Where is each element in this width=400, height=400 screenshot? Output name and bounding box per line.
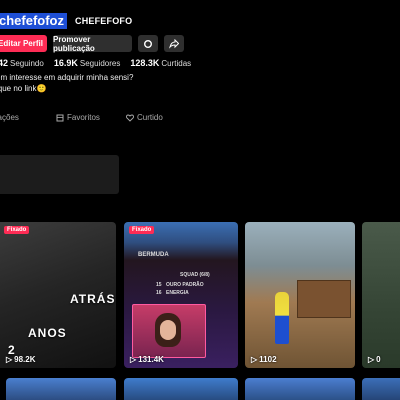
username[interactable]: chefefofoz <box>0 13 67 29</box>
view-count: ▷ 0 <box>368 355 381 364</box>
view-count: ▷ 98.2K <box>6 355 36 364</box>
game-map-label: BERMUDA <box>138 252 169 258</box>
share-button[interactable] <box>164 35 184 52</box>
video-thumbnail[interactable] <box>124 378 238 400</box>
tab-favorites[interactable]: Favoritos <box>56 113 126 122</box>
bio-line-2: ique no link🙂 <box>0 83 133 94</box>
edit-profile-button[interactable]: Editar Perfil <box>0 35 47 52</box>
likes-label: Curtidas <box>161 59 192 68</box>
video-thumbnail[interactable] <box>6 378 116 400</box>
view-count-value: 131.4K <box>138 355 164 364</box>
view-count-value: 0 <box>376 355 381 364</box>
game-crate <box>297 280 351 318</box>
play-icon: ▷ <box>251 355 258 364</box>
bio-line-1: em interesse em adquirir minha sensi? <box>0 73 134 82</box>
followers-stat[interactable]: 16.9K Seguidores <box>54 58 121 68</box>
promote-post-button[interactable]: Promover publicação <box>53 35 132 53</box>
game-stat-value: 15 <box>156 282 162 288</box>
profile-stats: 42 Seguindo 16.9K Seguidores 128.3K Curtida… <box>0 58 191 68</box>
profile-actions: Editar Perfil Promover publicação <box>0 35 184 53</box>
nickname: CHEFEFOFO <box>75 16 133 26</box>
video-thumbnail[interactable] <box>245 378 355 400</box>
game-character <box>275 292 289 344</box>
followers-label: Seguidores <box>79 59 121 68</box>
settings-button[interactable] <box>138 35 158 52</box>
pinned-badge: Fixado <box>129 226 155 234</box>
likes-stat: 128.3K Curtidas <box>130 58 191 68</box>
profile-bio: em interesse em adquirir minha sensi? iq… <box>0 72 133 94</box>
tab-posts-label: licações <box>0 113 19 122</box>
video-thumbnail[interactable]: Fixado BERMUDA SQUAD (6/8) 15 OURO PADRÃ… <box>124 222 238 368</box>
bookmark-icon <box>56 114 64 121</box>
video-thumbnail[interactable]: ▷ 0 <box>362 222 400 368</box>
play-icon: ▷ <box>130 355 137 364</box>
tab-posts[interactable]: licações <box>0 113 56 122</box>
share-icon <box>169 38 179 49</box>
video-thumbnail[interactable]: ▷ 1102 <box>245 222 355 368</box>
video-thumbnail[interactable]: Fixado ATRÁS ANOS 2 ▷ 98.2K <box>0 222 116 368</box>
play-icon: ▷ <box>368 355 375 364</box>
following-count: 42 <box>0 58 9 68</box>
view-count: ▷ 1102 <box>251 355 277 364</box>
username-row: chefefofoz CHEFEFOFO <box>0 13 132 29</box>
heart-icon <box>126 114 134 122</box>
tab-liked-label: Curtido <box>137 113 163 122</box>
tab-favorites-label: Favoritos <box>67 113 100 122</box>
bio-line-2-text: ique no link <box>0 84 37 93</box>
game-squad-label: SQUAD (6/8) <box>180 272 210 278</box>
video-overlay-text: ATRÁS <box>70 292 116 306</box>
profile-banner-placeholder <box>0 155 119 194</box>
profile-tabs: licações Favoritos Curtido <box>0 113 163 122</box>
view-count-value: 98.2K <box>14 355 36 364</box>
pinned-badge: Fixado <box>4 226 30 234</box>
view-count: ▷ 131.4K <box>130 355 164 364</box>
video-overlay-text: ANOS <box>28 326 67 340</box>
game-stat-label: ENERGIA <box>166 290 189 296</box>
followers-count: 16.9K <box>53 58 78 68</box>
following-label: Seguindo <box>10 59 44 68</box>
play-icon: ▷ <box>6 355 13 364</box>
following-stat[interactable]: 42 Seguindo <box>0 58 44 68</box>
streamer-face <box>160 320 176 340</box>
game-stat-value: 16 <box>156 290 162 296</box>
smile-emoji-icon: 🙂 <box>36 84 47 93</box>
video-thumbnail[interactable] <box>362 378 400 400</box>
view-count-value: 1102 <box>259 355 277 364</box>
settings-icon <box>144 39 152 48</box>
game-stat-label: OURO PADRÃO <box>166 282 204 288</box>
tab-liked[interactable]: Curtido <box>126 113 163 122</box>
likes-count: 128.3K <box>130 58 160 68</box>
streamer-facecam <box>132 304 206 358</box>
